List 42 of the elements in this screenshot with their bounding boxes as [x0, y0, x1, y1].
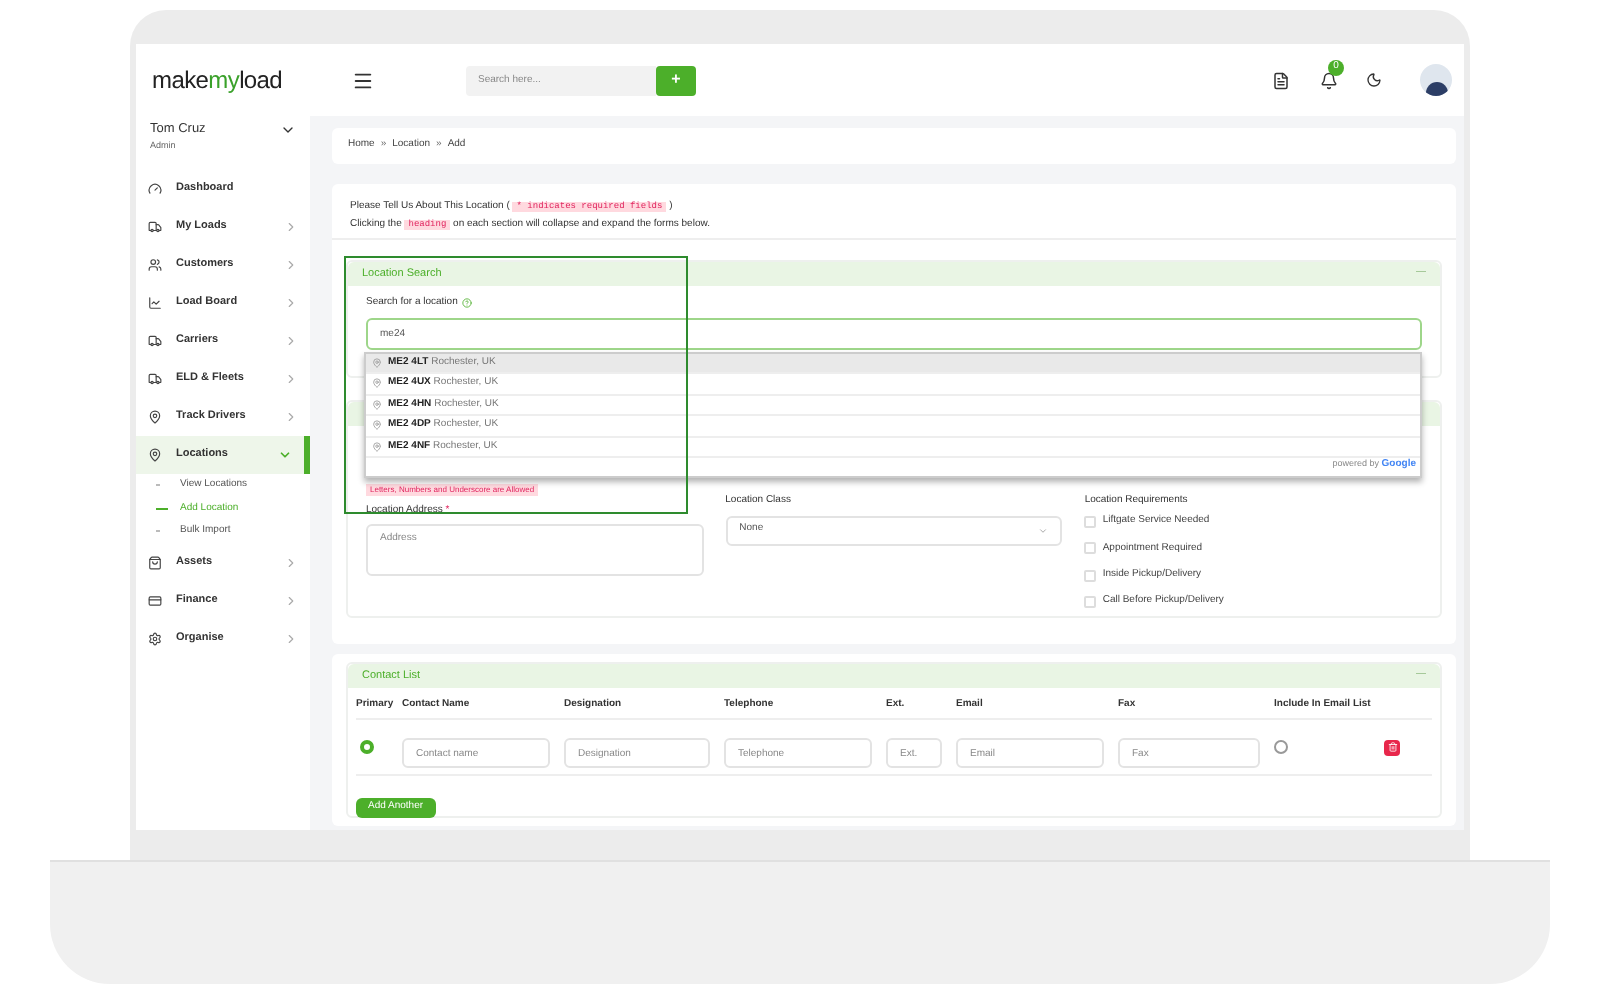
- bell-icon[interactable]: [1320, 71, 1338, 89]
- truck-icon: [148, 220, 162, 234]
- map-pin-icon: [372, 357, 382, 368]
- chevron-right-icon: [284, 631, 298, 645]
- line-chart-icon: [148, 296, 162, 310]
- chevron-right-icon: [284, 555, 298, 569]
- gauge-icon: [148, 182, 162, 196]
- checkbox[interactable]: [1084, 542, 1097, 555]
- chevron-right-icon: [284, 258, 298, 272]
- map-pin-icon: [372, 441, 382, 452]
- menu-icon[interactable]: [352, 69, 374, 91]
- chevron-right-icon: [284, 410, 298, 424]
- map-pin-icon: [148, 410, 162, 424]
- chevron-down-icon: [1038, 525, 1049, 535]
- chevron-right-icon: [284, 593, 298, 607]
- avatar[interactable]: [1420, 64, 1452, 96]
- email-list-checkbox[interactable]: [1274, 740, 1288, 754]
- chevron-right-icon: [284, 220, 298, 234]
- bag-icon: [148, 555, 162, 569]
- truck-icon: [148, 334, 162, 348]
- card-icon: [148, 593, 162, 607]
- checkbox[interactable]: [1084, 569, 1097, 582]
- chevron-down-icon[interactable]: [280, 122, 296, 138]
- primary-radio[interactable]: [360, 740, 374, 754]
- truck-icon: [148, 372, 162, 386]
- map-pin-icon: [372, 420, 382, 431]
- map-pin-icon: [372, 378, 382, 389]
- checkbox[interactable]: [1084, 516, 1097, 529]
- chevron-right-icon: [284, 372, 298, 386]
- document-icon[interactable]: [1272, 71, 1290, 89]
- delete-button[interactable]: [1384, 739, 1400, 755]
- chevron-right-icon: [284, 296, 298, 310]
- moon-icon[interactable]: [1366, 72, 1382, 88]
- logo: makemyload: [152, 64, 285, 98]
- chevron-right-icon: [284, 334, 298, 348]
- checkbox[interactable]: [1084, 596, 1097, 609]
- settings-icon: [148, 631, 162, 645]
- chevron-down-icon: [278, 448, 292, 462]
- map-pin-icon: [148, 448, 162, 462]
- map-pin-icon: [372, 399, 382, 410]
- users-icon: [148, 258, 162, 272]
- trash-icon: [1387, 742, 1397, 752]
